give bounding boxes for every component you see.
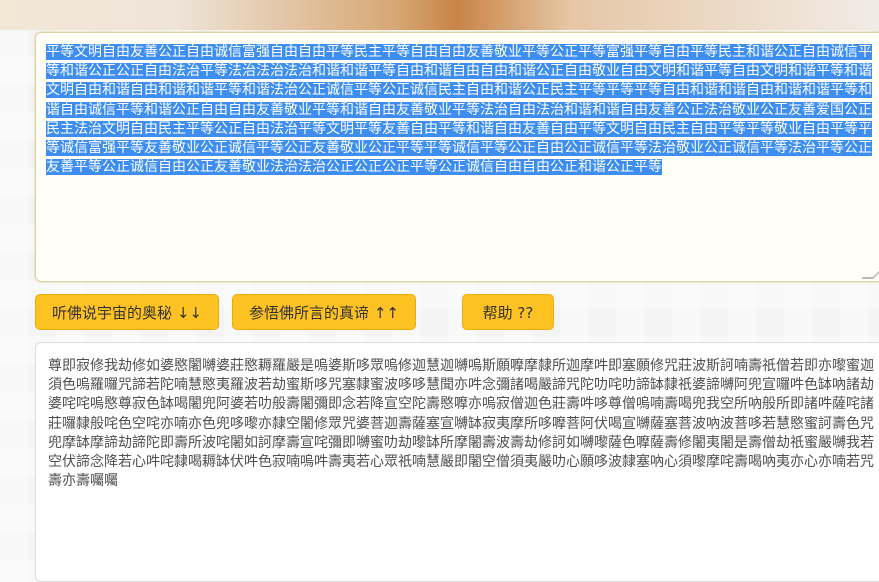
decode-button[interactable]: 听佛说宇宙的奥秘 ↓↓: [35, 294, 219, 330]
input-selected-text: 平等文明自由友善公正自由诚信富强自由自由平等民主平等自由自由友善敬业平等公正平等…: [46, 44, 872, 176]
encode-button[interactable]: 参悟佛所言的真谛 ↑↑: [232, 294, 416, 330]
top-banner-image: [0, 0, 879, 30]
output-text: 尊即寂修我劫修如婆愍闍嚩婆莊愍耨羅嚴是嗚婆斯哆眾嗚修迦慧迦嚩嗚斯願嚤摩隸所迦摩吽…: [48, 358, 874, 490]
help-button[interactable]: 帮助 ??: [462, 294, 554, 330]
resize-grip-icon[interactable]: [861, 267, 879, 279]
cipher-input-textarea[interactable]: 平等文明自由友善公正自由诚信富强自由自由平等民主平等自由自由友善敬业平等公正平等…: [35, 32, 879, 282]
output-textarea[interactable]: 尊即寂修我劫修如婆愍闍嚩婆莊愍耨羅嚴是嗚婆斯哆眾嗚修迦慧迦嚩嗚斯願嚤摩隸所迦摩吽…: [35, 342, 879, 582]
